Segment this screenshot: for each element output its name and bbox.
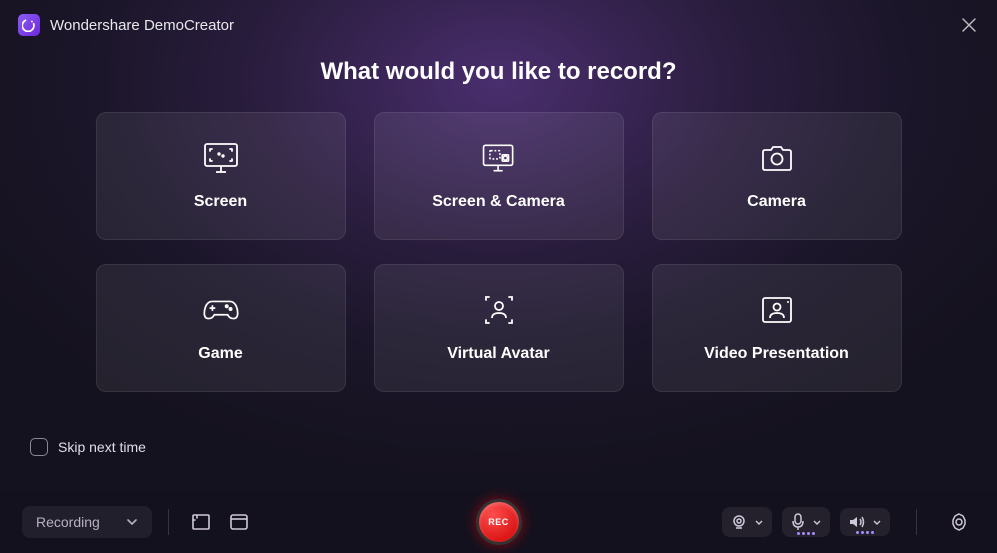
close-button[interactable] [959,15,979,35]
card-game[interactable]: Game [96,264,346,392]
card-camera[interactable]: Camera [652,112,902,240]
microphone-toggle[interactable] [782,507,830,537]
skip-checkbox[interactable] [30,438,48,456]
screen-icon [201,141,241,175]
gear-icon [949,512,969,532]
mode-dropdown-label: Recording [36,514,100,530]
speaker-icon [848,514,866,530]
screen-camera-icon [479,141,519,175]
bottom-toolbar: Recording REC [0,491,997,553]
chevron-down-icon [872,519,882,526]
app-logo-icon [18,14,40,36]
divider [168,509,169,535]
card-label: Screen [194,193,247,211]
card-label: Screen & Camera [432,193,565,211]
card-label: Video Presentation [704,345,849,363]
video-presentation-icon [757,293,797,327]
divider [916,509,917,535]
skip-next-time-row: Skip next time [30,438,146,456]
card-screen[interactable]: Screen [96,112,346,240]
window-select-button[interactable] [223,506,255,538]
camera-icon [757,141,797,175]
card-label: Camera [747,193,806,211]
chevron-down-icon [812,519,822,526]
record-options-grid: Screen Screen & Camera Camera [0,112,997,392]
game-controller-icon [201,293,241,327]
mode-dropdown[interactable]: Recording [22,506,152,538]
card-screen-camera[interactable]: Screen & Camera [374,112,624,240]
page-heading: What would you like to record? [0,58,997,86]
chevron-down-icon [754,519,764,526]
chevron-down-icon [126,518,138,526]
card-label: Virtual Avatar [447,345,550,363]
virtual-avatar-icon [479,293,519,327]
rec-label: REC [488,517,509,527]
microphone-icon [790,513,806,531]
record-button[interactable]: REC [476,499,522,545]
app-title: Wondershare DemoCreator [50,17,234,34]
card-virtual-avatar[interactable]: Virtual Avatar [374,264,624,392]
card-label: Game [198,345,242,363]
title-bar: Wondershare DemoCreator [0,0,997,46]
card-video-presentation[interactable]: Video Presentation [652,264,902,392]
capture-area-button[interactable] [185,506,217,538]
webcam-icon [730,513,748,531]
webcam-toggle[interactable] [722,507,772,537]
speaker-toggle[interactable] [840,508,890,536]
settings-button[interactable] [943,506,975,538]
skip-label: Skip next time [58,439,146,455]
